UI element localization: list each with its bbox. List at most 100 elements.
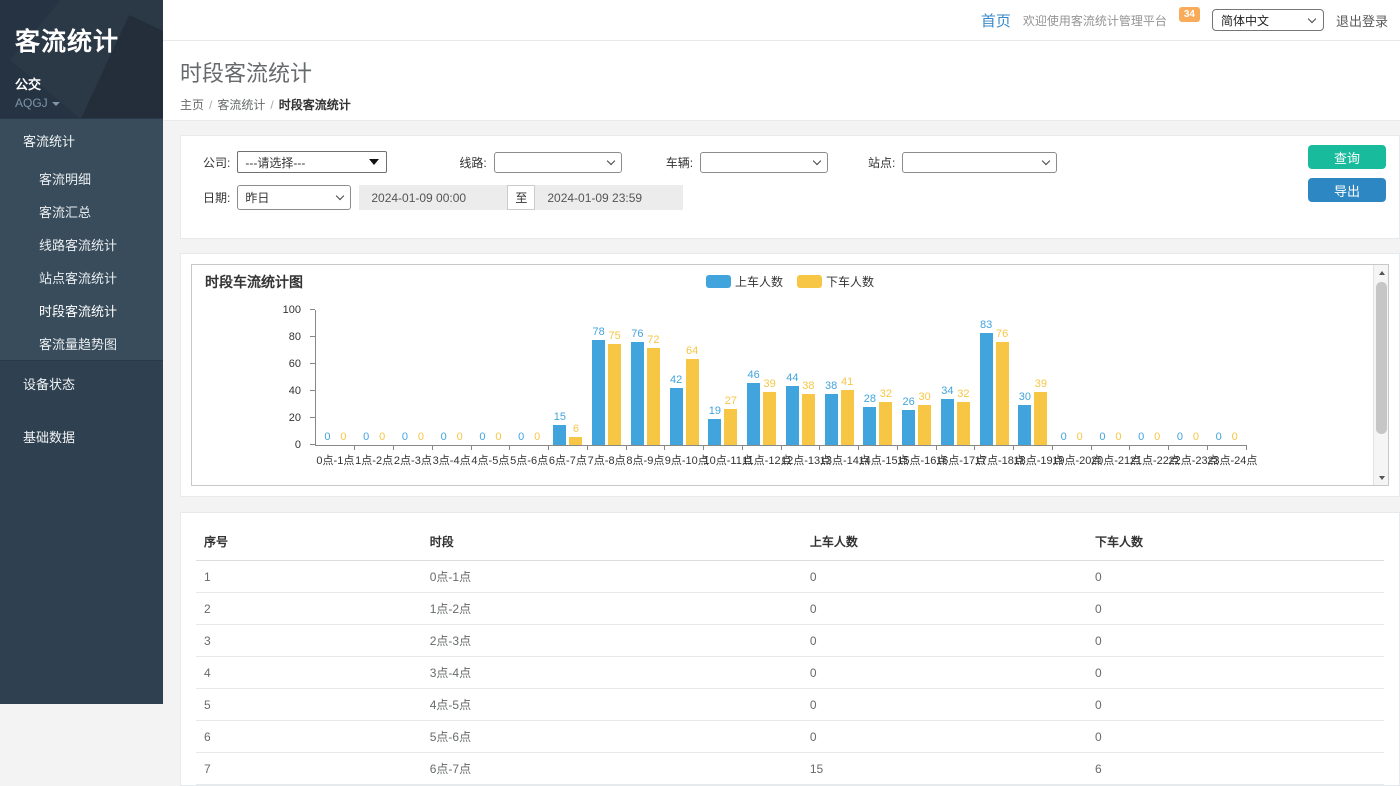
bar: [841, 390, 854, 445]
date-preset-select[interactable]: 昨日: [237, 185, 351, 210]
bar-group: 0: [492, 310, 505, 445]
x-axis-label: 9点-10点: [665, 452, 704, 468]
breadcrumb-separator: /: [209, 98, 212, 112]
notification-badge[interactable]: 34: [1179, 7, 1200, 22]
chart-category: 384113点-14点: [820, 310, 859, 445]
y-axis-label: 80: [289, 330, 301, 344]
table-body: 10点-1点0021点-2点0032点-3点0043点-4点0054点-5点00…: [196, 561, 1384, 785]
bar-group: 0: [376, 310, 389, 445]
x-axis-label: 0点-1点: [316, 452, 355, 468]
sidebar-item-passenger-stats[interactable]: 客流统计: [0, 119, 163, 162]
bar-value-label: 0: [324, 431, 330, 443]
bar: [957, 402, 970, 445]
sidebar-subitem[interactable]: 客流明细: [0, 162, 163, 195]
org-name: 公交: [15, 74, 163, 93]
col-header-serial: 序号: [196, 521, 422, 561]
bar-group: 64: [686, 310, 699, 445]
bar-group: 0: [1189, 310, 1202, 445]
bar-value-label: 0: [1232, 431, 1238, 443]
sidebar-item-device-status[interactable]: 设备状态: [0, 360, 163, 406]
x-axis-label: 16点-17点: [936, 452, 975, 468]
vehicle-select[interactable]: [700, 152, 828, 173]
table-row: 10点-1点00: [196, 561, 1384, 593]
x-axis-label: 11点-12点: [742, 452, 781, 468]
bar: [747, 383, 760, 445]
filter-panel: 公司: ---请选择--- 线路: 车辆: 站点:: [180, 135, 1400, 239]
chart-category: 263015点-16点: [897, 310, 936, 445]
logout-link[interactable]: 退出登录: [1336, 11, 1388, 30]
bar-group: 44: [786, 310, 799, 445]
table-cell: 1: [196, 561, 422, 593]
x-axis-label: 13点-14点: [820, 452, 859, 468]
x-axis-label: 23点-24点: [1207, 452, 1246, 468]
date-end-input[interactable]: 2024-01-09 23:59: [535, 185, 683, 210]
export-button[interactable]: 导出: [1308, 178, 1386, 202]
sidebar: 客流统计 公交 AQGJ 客流统计 客流明细客流汇总线路客流统计站点客流统计时段…: [0, 0, 163, 704]
chevron-down-icon: [606, 156, 614, 164]
x-axis-label: 8点-9点: [626, 452, 665, 468]
bar: [941, 399, 954, 445]
language-select[interactable]: 简体中文: [1212, 9, 1324, 31]
scroll-up-button[interactable]: [1374, 265, 1389, 280]
legend-item-boarding[interactable]: 上车人数: [706, 273, 783, 290]
y-axis: 020406080100: [192, 310, 315, 445]
scroll-thumb[interactable]: [1376, 282, 1387, 434]
table-cell: 1点-2点: [422, 593, 802, 625]
breadcrumb-passenger-stats[interactable]: 客流统计: [217, 98, 265, 112]
chart-category: 003点-4点: [432, 310, 471, 445]
table-row: 76点-7点156: [196, 753, 1384, 785]
chart-category: 443812点-13点: [781, 310, 820, 445]
y-axis-label: 40: [289, 384, 301, 398]
sidebar-subitem[interactable]: 线路客流统计: [0, 228, 163, 261]
sidebar-subitem[interactable]: 客流量趋势图: [0, 327, 163, 360]
bar-value-label: 15: [554, 411, 566, 423]
chart-scrollbar[interactable]: [1373, 265, 1388, 485]
sidebar-subitem[interactable]: 时段客流统计: [0, 294, 163, 327]
sidebar-item-base-data[interactable]: 基础数据: [0, 414, 163, 459]
bar: [980, 333, 993, 445]
bar-value-label: 0: [1154, 431, 1160, 443]
breadcrumb-home[interactable]: 主页: [180, 98, 204, 112]
bar-value-label: 26: [903, 396, 915, 408]
chart-category: 343216点-17点: [936, 310, 975, 445]
station-select[interactable]: [902, 152, 1057, 173]
bar: [647, 348, 660, 445]
sidebar-subitem[interactable]: 站点客流统计: [0, 261, 163, 294]
user-dropdown[interactable]: AQGJ: [15, 96, 163, 110]
chart-title: 时段车流统计图: [205, 272, 303, 292]
x-axis-label: 12点-13点: [781, 452, 820, 468]
table-cell: 3: [196, 625, 422, 657]
chevron-down-icon: [336, 192, 344, 200]
arrow-up-icon: [1379, 271, 1385, 275]
bar-value-label: 75: [609, 330, 621, 342]
bar: [918, 405, 931, 446]
line-select[interactable]: [494, 152, 622, 173]
legend-swatch-yellow: [797, 275, 822, 288]
chart-legend: 上车人数 下车人数: [706, 273, 874, 290]
table-cell: 6: [196, 721, 422, 753]
table-cell: 0: [802, 593, 1087, 625]
chart-category: 0022点-23点: [1169, 310, 1208, 445]
sidebar-logo-block: 客流统计 公交 AQGJ: [0, 0, 163, 118]
query-button[interactable]: 查询: [1308, 145, 1386, 169]
date-preset-value: 昨日: [245, 189, 269, 206]
bar-group: 0: [531, 310, 544, 445]
chart-category: 0020点-21点: [1091, 310, 1130, 445]
bar-value-label: 0: [418, 431, 424, 443]
table-cell: 0点-1点: [422, 561, 802, 593]
sidebar-subitem[interactable]: 客流汇总: [0, 195, 163, 228]
bar-value-label: 19: [709, 405, 721, 417]
bar-group: 28: [863, 310, 876, 445]
bar-group: 38: [825, 310, 838, 445]
table-panel: 序号 时段 上车人数 下车人数 10点-1点0021点-2点0032点-3点00…: [180, 512, 1400, 786]
scroll-down-button[interactable]: [1374, 470, 1389, 485]
legend-item-alighting[interactable]: 下车人数: [797, 273, 874, 290]
breadcrumb-current: 时段客流统计: [279, 98, 351, 112]
home-link[interactable]: 首页: [981, 10, 1011, 31]
chart-category: 004点-5点: [471, 310, 510, 445]
bar-value-label: 0: [1115, 431, 1121, 443]
company-select[interactable]: ---请选择---: [237, 151, 387, 173]
bar-group: 39: [1034, 310, 1047, 445]
welcome-text: 欢迎使用客流统计管理平台: [1023, 12, 1167, 29]
date-start-input[interactable]: 2024-01-09 00:00: [359, 185, 507, 210]
